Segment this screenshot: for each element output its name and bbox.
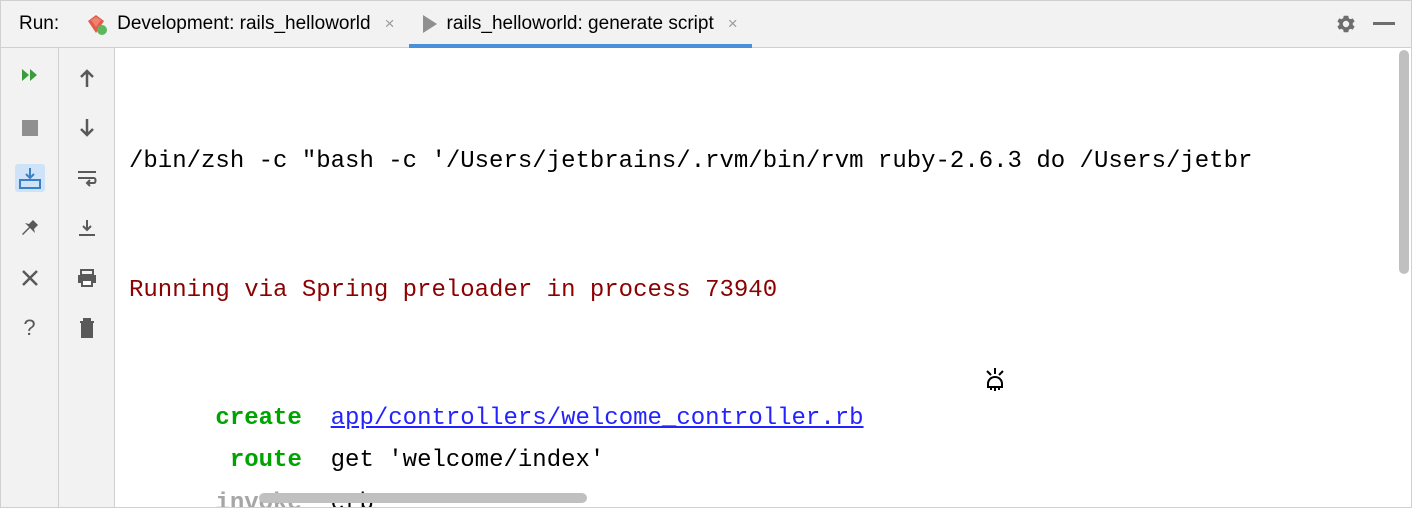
header-actions — [1319, 1, 1411, 47]
tab-rails-helloworld-generate-script[interactable]: rails_helloworld: generate script × — [409, 1, 752, 47]
scrollbar-vertical[interactable] — [1397, 50, 1409, 330]
soft-wrap-button[interactable] — [72, 164, 102, 192]
close-button[interactable] — [15, 264, 45, 292]
rerun-button[interactable] — [15, 64, 45, 92]
play-icon — [423, 15, 437, 33]
trash-button[interactable] — [72, 314, 102, 342]
scroll-end-button[interactable] — [72, 214, 102, 242]
console-text: get 'welcome/index' — [331, 447, 605, 474]
toolwindow-title: Run: — [1, 1, 71, 47]
main-area: ? /bin/zsh -c "bash -c '/Users/jetbrains… — [1, 48, 1411, 507]
scrollbar-horizontal[interactable] — [259, 491, 1411, 503]
help-button[interactable]: ? — [15, 314, 45, 342]
console-cmd-line: /bin/zsh -c "bash -c '/Users/jetbrains/.… — [129, 141, 1405, 184]
stop-button[interactable] — [15, 114, 45, 142]
pin-button[interactable] — [15, 214, 45, 242]
tab-label: rails_helloworld: generate script — [447, 13, 714, 35]
ruby-icon — [85, 13, 107, 35]
console-output[interactable]: /bin/zsh -c "bash -c '/Users/jetbrains/.… — [115, 48, 1411, 507]
gear-icon[interactable] — [1335, 13, 1357, 35]
tab-label: Development: rails_helloworld — [117, 13, 370, 35]
action-route: route — [230, 447, 302, 474]
arrow-up-button[interactable] — [72, 64, 102, 92]
scrollbar-thumb-vertical[interactable] — [1399, 50, 1409, 274]
arrow-down-button[interactable] — [72, 114, 102, 142]
tabs-container: Development: rails_helloworld×rails_hell… — [71, 1, 1319, 47]
print-button[interactable] — [72, 264, 102, 292]
file-link[interactable]: app/controllers/welcome_controller.rb — [331, 405, 864, 432]
hide-icon[interactable] — [1373, 22, 1395, 26]
action-create: create — [215, 405, 301, 432]
console-line: create app/controllers/welcome_controlle… — [129, 398, 1405, 441]
toolbar-primary: ? — [1, 48, 59, 507]
close-icon[interactable]: × — [385, 14, 395, 34]
toolwindow-header: Run: Development: rails_helloworld×rails… — [1, 1, 1411, 48]
console-line: route get 'welcome/index' — [129, 440, 1405, 483]
scrollbar-thumb-horizontal[interactable] — [259, 493, 587, 503]
toolbar-secondary — [59, 48, 115, 507]
console-spring-line: Running via Spring preloader in process … — [129, 270, 1405, 313]
dump-button[interactable] — [15, 164, 45, 192]
close-icon[interactable]: × — [728, 14, 738, 34]
tab-development-rails-helloworld[interactable]: Development: rails_helloworld × — [71, 1, 408, 47]
